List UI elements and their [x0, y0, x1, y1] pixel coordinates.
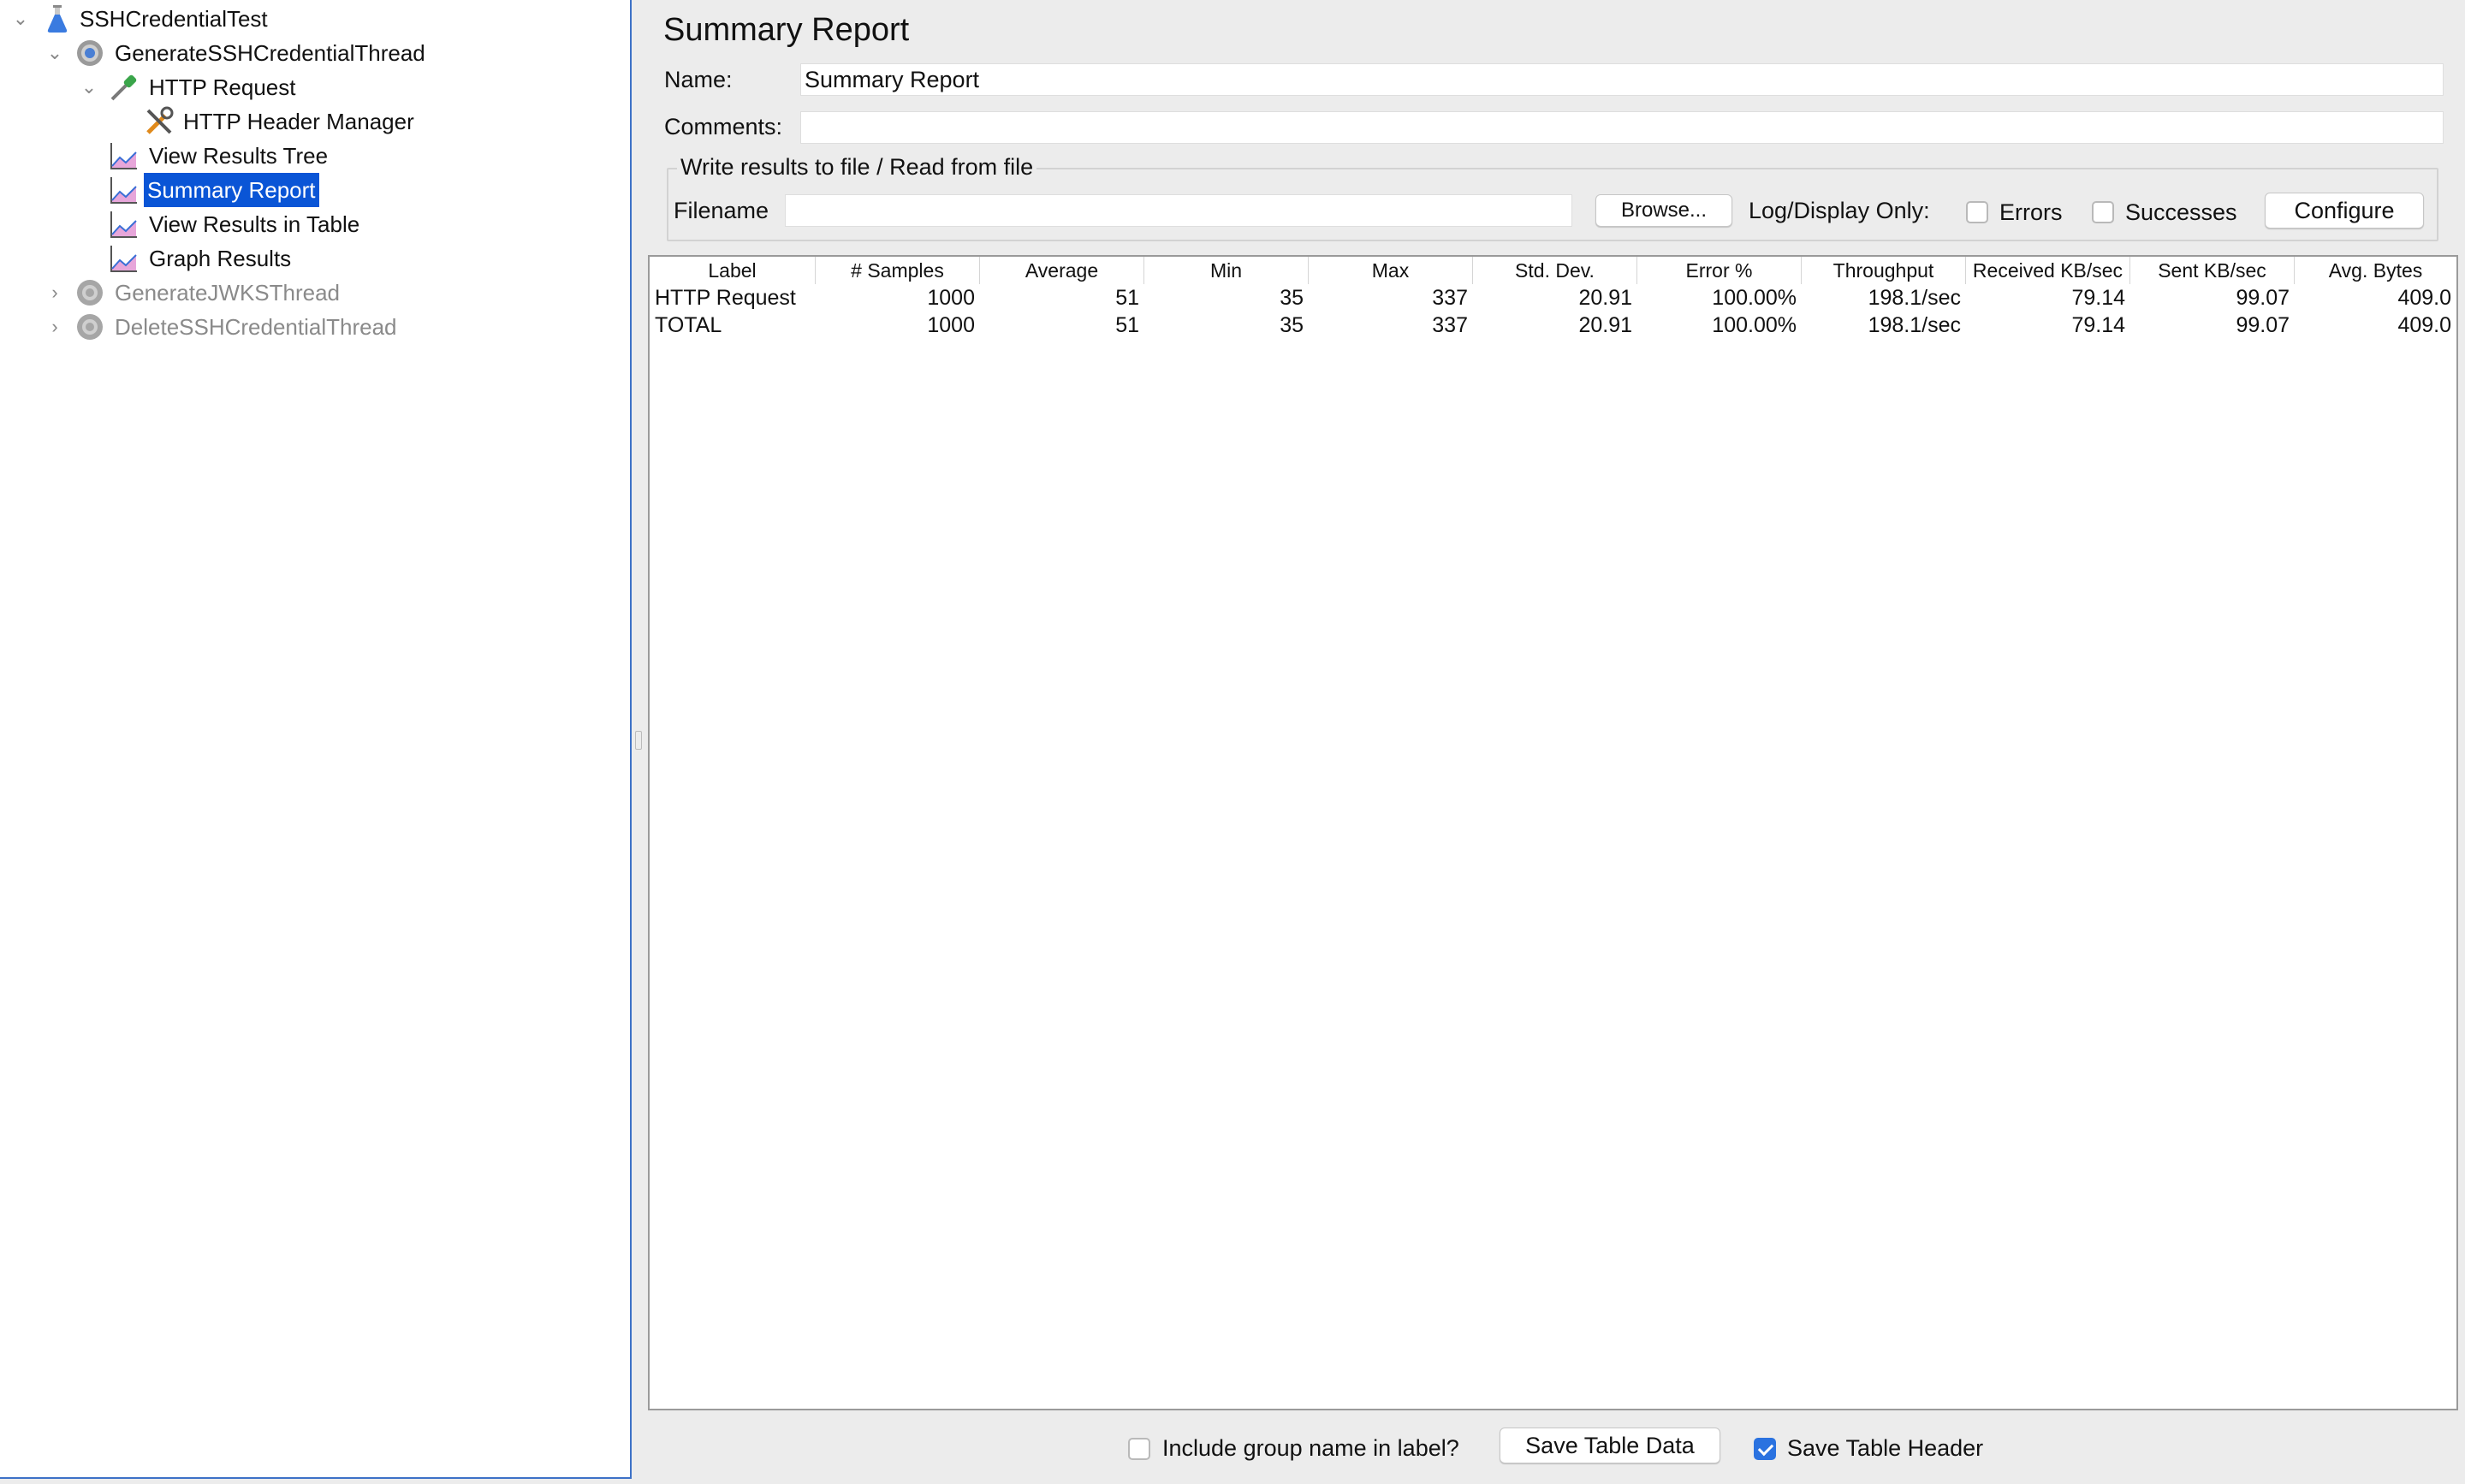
- name-label: Name:: [664, 67, 733, 92]
- cell-received: 79.14: [2071, 286, 2125, 310]
- col-header-error-pct[interactable]: Error %: [1637, 257, 1802, 284]
- cell-label: TOTAL: [655, 313, 722, 337]
- tree-item-thread-group[interactable]: GenerateSSHCredentialThread: [111, 36, 429, 70]
- tree-item-header-manager[interactable]: HTTP Header Manager: [180, 104, 418, 139]
- save-table-data-button[interactable]: Save Table Data: [1500, 1428, 1720, 1463]
- col-header-max[interactable]: Max: [1309, 257, 1473, 284]
- comments-label: Comments:: [664, 114, 783, 139]
- summary-table[interactable]: Label # Samples Average Min Max Std. Dev…: [648, 255, 2458, 1410]
- cell-average: 51: [1115, 313, 1139, 337]
- browse-button[interactable]: Browse...: [1595, 194, 1732, 227]
- chevron-down-icon[interactable]: ⌄: [9, 2, 33, 36]
- col-header-average[interactable]: Average: [980, 257, 1144, 284]
- cell-throughput: 198.1/sec: [1868, 286, 1961, 310]
- gear-icon: [77, 40, 103, 66]
- cell-avg-bytes: 409.0: [2397, 286, 2451, 310]
- col-header-throughput[interactable]: Throughput: [1802, 257, 1966, 284]
- page-title: Summary Report: [663, 12, 910, 48]
- cell-min: 35: [1280, 286, 1304, 310]
- cell-sent: 99.07: [2236, 286, 2290, 310]
- cell-max: 337: [1432, 313, 1468, 337]
- col-header-samples[interactable]: # Samples: [816, 257, 980, 284]
- configure-button[interactable]: Configure: [2265, 193, 2424, 229]
- include-group-checkbox[interactable]: [1128, 1438, 1150, 1460]
- tree-item-graph-results[interactable]: Graph Results: [146, 241, 294, 276]
- include-group-label: Include group name in label?: [1162, 1435, 1459, 1461]
- chevron-down-icon[interactable]: ⌄: [43, 36, 67, 70]
- cell-error-pct: 100.00%: [1712, 286, 1797, 310]
- cell-min: 35: [1280, 313, 1304, 337]
- filename-input[interactable]: [785, 194, 1572, 227]
- cell-sent: 99.07: [2236, 313, 2290, 337]
- chart-icon: [110, 211, 137, 238]
- tree-item-view-results-tree[interactable]: View Results Tree: [146, 139, 331, 173]
- comments-field[interactable]: [800, 111, 2444, 144]
- tree-item-delete-thread[interactable]: DeleteSSHCredentialThread: [111, 310, 401, 344]
- cell-samples: 1000: [927, 313, 975, 337]
- cell-samples: 1000: [927, 286, 975, 310]
- tree-item-summary-report[interactable]: Summary Report: [144, 173, 319, 207]
- save-table-header-label: Save Table Header: [1787, 1435, 1984, 1461]
- cell-avg-bytes: 409.0: [2397, 313, 2451, 337]
- tree-item-http-request[interactable]: HTTP Request: [146, 70, 299, 104]
- chart-icon: [110, 143, 137, 169]
- test-plan-tree[interactable]: ⌄ SSHCredentialTest ⌄ GenerateSSHCredent…: [0, 0, 632, 1479]
- chart-icon: [110, 177, 137, 204]
- col-header-label[interactable]: Label: [650, 257, 816, 284]
- tools-icon: [146, 106, 174, 134]
- pipette-icon: [110, 74, 137, 101]
- name-field[interactable]: Summary Report: [800, 63, 2444, 96]
- cell-std-dev: 20.91: [1578, 313, 1632, 337]
- chevron-down-icon[interactable]: ⌄: [77, 70, 101, 104]
- cell-received: 79.14: [2071, 313, 2125, 337]
- cell-throughput: 198.1/sec: [1868, 313, 1961, 337]
- chart-icon: [110, 246, 137, 272]
- filename-label: Filename: [674, 198, 769, 223]
- split-pane-divider[interactable]: [632, 0, 644, 1484]
- tree-item-test-plan[interactable]: SSHCredentialTest: [76, 2, 271, 36]
- col-header-avg-bytes[interactable]: Avg. Bytes: [2295, 257, 2456, 284]
- cell-error-pct: 100.00%: [1712, 313, 1797, 337]
- errors-checkbox[interactable]: [1966, 201, 1988, 223]
- chevron-right-icon[interactable]: ›: [43, 276, 67, 310]
- splitter-grip[interactable]: [635, 731, 642, 750]
- cell-max: 337: [1432, 286, 1468, 310]
- tree-item-view-results-table[interactable]: View Results in Table: [146, 207, 363, 241]
- tree-item-jwks-thread[interactable]: GenerateJWKSThread: [111, 276, 343, 310]
- save-table-header-checkbox[interactable]: [1754, 1438, 1776, 1460]
- col-header-sent[interactable]: Sent KB/sec: [2130, 257, 2295, 284]
- cell-std-dev: 20.91: [1578, 286, 1632, 310]
- successes-label: Successes: [2125, 199, 2237, 225]
- cell-average: 51: [1115, 286, 1139, 310]
- gear-icon: [77, 280, 103, 306]
- successes-checkbox[interactable]: [2092, 201, 2114, 223]
- gear-icon: [77, 314, 103, 340]
- col-header-std-dev[interactable]: Std. Dev.: [1473, 257, 1637, 284]
- log-display-label: Log/Display Only:: [1749, 198, 1930, 223]
- chevron-right-icon[interactable]: ›: [43, 310, 67, 344]
- col-header-received[interactable]: Received KB/sec: [1966, 257, 2130, 284]
- cell-label: HTTP Request: [655, 286, 796, 310]
- col-header-min[interactable]: Min: [1144, 257, 1309, 284]
- errors-label: Errors: [1999, 199, 2063, 225]
- file-section-legend: Write results to file / Read from file: [677, 154, 1037, 181]
- flask-icon: [47, 5, 68, 33]
